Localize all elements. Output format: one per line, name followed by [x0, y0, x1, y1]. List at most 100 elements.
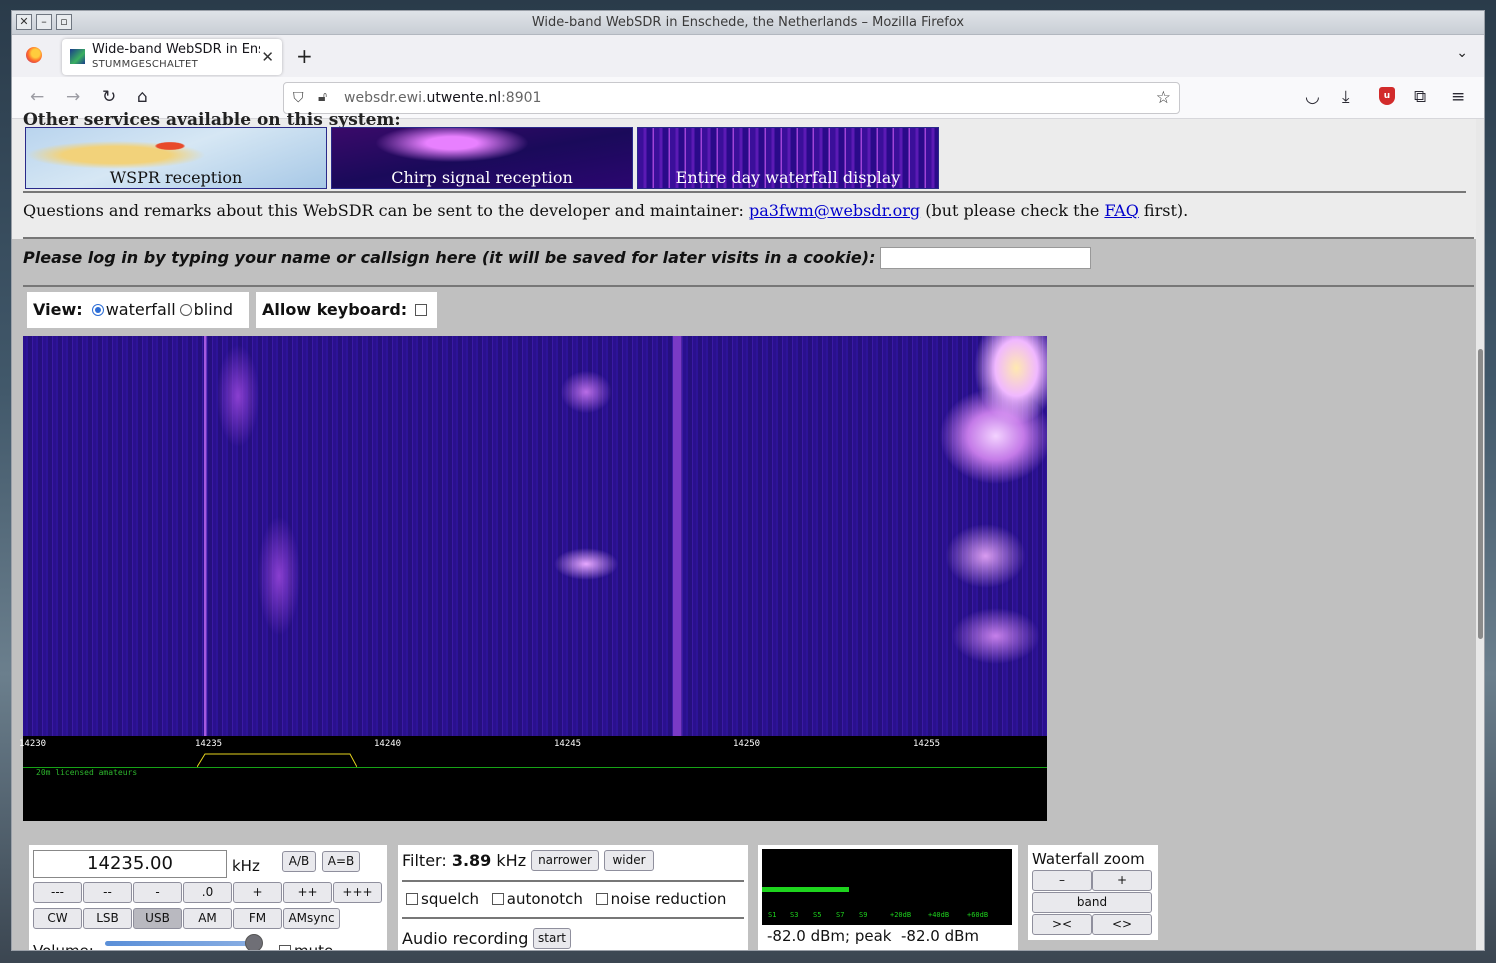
freq-unit: kHz [232, 857, 260, 875]
squelch-checkbox[interactable] [406, 893, 418, 905]
allow-keyboard-checkbox[interactable] [415, 304, 428, 316]
a-equals-b-button[interactable]: A=B [322, 851, 360, 872]
firefox-logo-icon[interactable] [26, 47, 42, 63]
zoom-in-button[interactable]: + [1092, 870, 1152, 891]
waterfall-display[interactable] [23, 336, 1047, 736]
smeter-label: S1 [768, 911, 777, 919]
contact-text: Questions and remarks about this WebSDR … [23, 201, 1189, 220]
view-blind-radio[interactable] [179, 304, 192, 316]
extensions-icon[interactable]: ⧉ [1414, 87, 1426, 107]
wspr-service-link[interactable]: WSPR reception [25, 127, 327, 189]
back-icon[interactable]: ← [30, 87, 44, 107]
browser-window: ✕ – ▫ Wide-band WebSDR in Enschede, the … [11, 10, 1485, 951]
passband-indicator[interactable] [197, 752, 357, 768]
band-label: 20m licensed amateurs [36, 768, 138, 777]
start-recording-button[interactable]: start [533, 928, 571, 949]
tab-muted-label[interactable]: STUMMGESCHALTET [92, 59, 198, 70]
menu-icon[interactable]: ≡ [1451, 87, 1465, 107]
view-waterfall-radio[interactable] [91, 304, 104, 316]
tracking-shield-icon[interactable]: ⛉ [293, 90, 304, 106]
filter-panel: Filter: 3.89 kHz narrower wider squelch … [398, 845, 748, 950]
smeter-label: S9 [859, 911, 868, 919]
minimize-window-icon[interactable]: – [36, 14, 52, 30]
tuning-panel: 14235.00 kHz A/B A=B --- -- - .0 + ++ ++… [29, 845, 387, 951]
waterfall-day-service-link[interactable]: Entire day waterfall display [637, 127, 939, 189]
step-down-large-button[interactable]: --- [33, 882, 82, 903]
smeter-label: +40dB [928, 911, 950, 919]
noise-reduction-checkbox[interactable] [595, 893, 608, 905]
step-down-small-button[interactable]: - [133, 882, 182, 903]
zoom-wide-button[interactable]: <> [1092, 914, 1152, 935]
frequency-input[interactable]: 14235.00 [33, 850, 227, 878]
maximize-window-icon[interactable]: ▫ [56, 14, 72, 30]
autonotch-checkbox[interactable] [491, 893, 504, 905]
divider [402, 880, 744, 882]
email-link[interactable]: pa3fwm@websdr.org [749, 201, 920, 220]
smeter-label: +60dB [967, 911, 989, 919]
divider [23, 191, 1466, 193]
smeter-label: S3 [790, 911, 799, 919]
title-bar: ✕ – ▫ Wide-band WebSDR in Enschede, the … [12, 11, 1484, 35]
tab-list-chevron-icon[interactable]: ⌄ [1456, 45, 1468, 61]
smeter-label: S5 [813, 911, 822, 919]
mode-fm-button[interactable]: FM [233, 908, 282, 929]
url-bar[interactable]: ⛉ 🔓︎ websdr.ewi.utwente.nl:8901 ☆ [283, 82, 1180, 114]
zoom-band-button[interactable]: band [1032, 892, 1152, 913]
signal-readout: -82.0 dBm; peak -82.0 dBm [767, 927, 979, 945]
scale-tick: 14240 [374, 739, 402, 749]
round-frequency-button[interactable]: .0 [183, 882, 232, 903]
step-up-large-button[interactable]: +++ [333, 882, 382, 903]
forward-icon[interactable]: → [66, 87, 80, 107]
mode-usb-button[interactable]: USB [133, 908, 182, 929]
mute-checkbox[interactable] [279, 945, 291, 950]
tab-websdr[interactable]: Wide-band WebSDR in Enschede, the Nether… [62, 39, 282, 75]
dsp-options: squelch autonotch noise reduction [402, 890, 726, 908]
volume-label: Volume: [33, 942, 94, 951]
mute-toggle: mute [275, 942, 333, 950]
scale-tick: 14245 [554, 739, 582, 749]
step-up-small-button[interactable]: + [233, 882, 282, 903]
ab-button[interactable]: A/B [282, 851, 316, 872]
faq-link[interactable]: FAQ [1104, 201, 1138, 220]
page-scrollbar[interactable] [1476, 119, 1484, 950]
mode-lsb-button[interactable]: LSB [83, 908, 132, 929]
narrower-button[interactable]: narrower [531, 850, 599, 871]
signal-meter: S1 S3 S5 S7 S9 +20dB +40dB +60dB [762, 849, 1012, 925]
callsign-input[interactable] [880, 247, 1091, 269]
services-section: Other services available on this system:… [12, 110, 1476, 239]
band-line [23, 767, 1047, 768]
tab-close-icon[interactable]: ✕ [261, 48, 274, 66]
frequency-scale[interactable]: 14230 14235 14240 14245 14250 14255 20m … [19, 736, 1047, 821]
view-selector: View: waterfall blind [27, 292, 249, 328]
step-up-medium-button[interactable]: ++ [283, 882, 332, 903]
volume-slider[interactable] [105, 941, 255, 946]
window-title: Wide-band WebSDR in Enschede, the Nether… [531, 15, 965, 30]
insecure-lock-icon[interactable]: 🔓︎ [318, 89, 327, 105]
recording-label: Audio recording [402, 929, 529, 948]
smeter-label: +20dB [890, 911, 912, 919]
close-window-icon[interactable]: ✕ [16, 14, 32, 30]
pocket-icon[interactable]: ◡ [1305, 87, 1320, 107]
wider-button[interactable]: wider [604, 850, 654, 871]
login-prompt: Please log in by typing your name or cal… [23, 248, 876, 267]
reload-icon[interactable]: ↻ [102, 87, 116, 107]
downloads-icon[interactable]: ⤓ [1342, 87, 1350, 107]
mode-cw-button[interactable]: CW [33, 908, 82, 929]
smeter-label: S7 [836, 911, 845, 919]
bookmark-star-icon[interactable]: ☆ [1156, 88, 1171, 108]
mode-am-button[interactable]: AM [183, 908, 232, 929]
url-text[interactable]: websdr.ewi.utwente.nl:8901 [344, 90, 541, 106]
zoom-title: Waterfall zoom [1032, 850, 1145, 868]
tab-bar: Wide-band WebSDR in Enschede, the Nether… [12, 35, 1484, 77]
step-down-medium-button[interactable]: -- [83, 882, 132, 903]
ublock-shield-icon[interactable]: u [1379, 87, 1395, 105]
volume-slider-handle[interactable] [245, 934, 263, 950]
scale-tick: 14255 [913, 739, 941, 749]
mode-amsync-button[interactable]: AMsync [283, 908, 340, 929]
zoom-narrow-button[interactable]: >< [1032, 914, 1092, 935]
zoom-out-button[interactable]: – [1032, 870, 1092, 891]
scrollbar-thumb[interactable] [1478, 349, 1483, 639]
new-tab-icon[interactable]: + [296, 44, 313, 68]
home-icon[interactable]: ⌂ [137, 87, 148, 107]
chirp-service-link[interactable]: Chirp signal reception [331, 127, 633, 189]
